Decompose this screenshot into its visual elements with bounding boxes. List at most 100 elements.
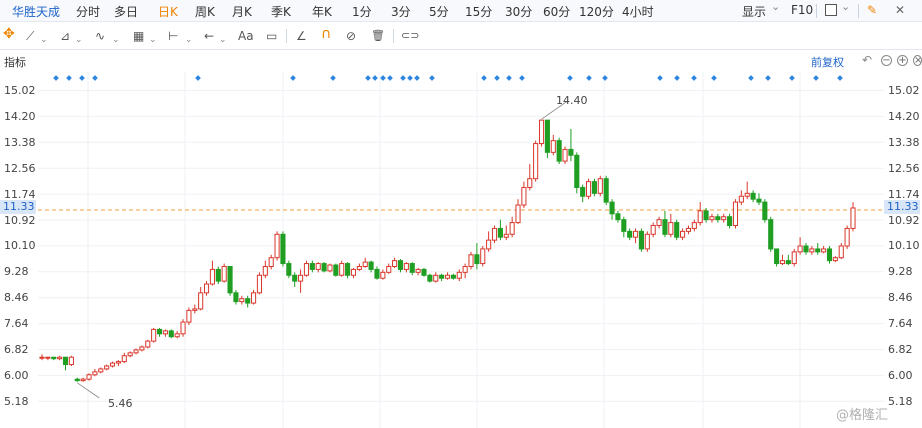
candle[interactable] [580,184,586,203]
candle[interactable] [239,295,245,305]
candle[interactable] [315,262,321,273]
candle[interactable] [92,368,98,377]
candle[interactable] [521,181,527,208]
candle[interactable] [151,327,157,343]
candle[interactable] [439,273,445,282]
candle[interactable] [109,361,116,368]
candle[interactable] [550,134,556,156]
candle[interactable] [785,254,791,266]
candle[interactable] [433,272,439,283]
candle[interactable] [51,356,57,361]
candle[interactable] [350,267,357,279]
candle[interactable] [815,243,821,255]
candle[interactable] [562,146,568,165]
candle[interactable] [603,175,609,206]
candle[interactable] [568,128,574,162]
candle[interactable] [139,345,145,352]
candle[interactable] [644,231,650,252]
candle[interactable] [609,199,615,220]
event-marker-icon[interactable] [711,75,717,81]
candle[interactable] [356,263,362,271]
candle[interactable] [86,373,92,381]
event-marker-icon[interactable] [494,75,500,81]
candle[interactable] [844,225,850,249]
candle[interactable] [104,364,110,371]
candle[interactable] [533,140,539,182]
candle[interactable] [621,216,627,238]
candle[interactable] [674,219,680,241]
event-marker-icon[interactable] [387,75,393,81]
candle[interactable] [462,263,468,279]
event-marker-icon[interactable] [789,75,795,81]
event-marker-icon[interactable] [372,75,378,81]
event-marker-icon[interactable] [53,75,59,81]
candle[interactable] [339,260,345,277]
candle[interactable] [292,272,298,287]
candle[interactable] [168,329,174,339]
candle[interactable] [397,259,404,273]
candle[interactable] [392,257,398,268]
candle[interactable] [638,228,644,252]
candle[interactable] [203,281,210,296]
candle[interactable] [791,248,797,267]
candle[interactable] [732,199,739,229]
candle[interactable] [756,193,762,206]
candle[interactable] [145,339,151,349]
candle[interactable] [809,246,815,255]
candle[interactable] [656,216,662,229]
candle[interactable] [597,175,603,197]
event-marker-icon[interactable] [330,75,336,81]
candle[interactable] [633,228,639,244]
candle[interactable] [762,199,768,223]
event-marker-icon[interactable] [481,75,487,81]
candle[interactable] [803,243,809,255]
candle[interactable] [268,254,274,270]
event-marker-icon[interactable] [748,75,754,81]
candle[interactable] [738,190,744,206]
candle[interactable] [538,119,545,147]
candle[interactable] [345,262,351,279]
candle[interactable] [198,286,204,311]
candle[interactable] [715,213,721,223]
event-marker-icon[interactable] [506,75,512,81]
candle[interactable] [697,202,703,226]
candle[interactable] [444,272,451,280]
candle[interactable] [832,256,838,263]
event-marker-icon[interactable] [602,75,608,81]
event-marker-icon[interactable] [414,75,420,81]
event-marker-icon[interactable] [691,75,697,81]
event-marker-icon[interactable] [79,75,85,81]
candle[interactable] [251,289,257,305]
event-marker-icon[interactable] [195,75,201,81]
candle[interactable] [779,254,786,266]
candle[interactable] [421,267,427,277]
event-marker-icon[interactable] [400,75,406,81]
event-marker-icon[interactable] [365,75,371,81]
candle[interactable] [274,231,280,261]
candle[interactable] [850,202,856,232]
candle[interactable] [380,269,386,280]
event-marker-icon[interactable] [674,75,680,81]
event-marker-icon[interactable] [586,75,592,81]
event-marker-icon[interactable] [380,75,386,81]
candle[interactable] [80,377,86,382]
candle[interactable] [627,228,633,241]
candle[interactable] [403,262,409,273]
candle[interactable] [227,265,233,296]
candle[interactable] [221,263,227,283]
candle[interactable] [821,246,827,254]
candle[interactable] [62,356,69,371]
candle[interactable] [309,260,315,273]
candle[interactable] [321,262,327,273]
candle[interactable] [709,213,715,223]
candle[interactable] [98,367,104,374]
candle[interactable] [374,266,380,280]
candle[interactable] [774,248,780,267]
candle[interactable] [574,152,580,194]
candle[interactable] [209,260,215,286]
candle[interactable] [162,329,168,337]
event-marker-icon[interactable] [66,75,72,81]
candle[interactable] [57,355,63,361]
candle[interactable] [544,119,550,159]
candle[interactable] [180,319,186,337]
